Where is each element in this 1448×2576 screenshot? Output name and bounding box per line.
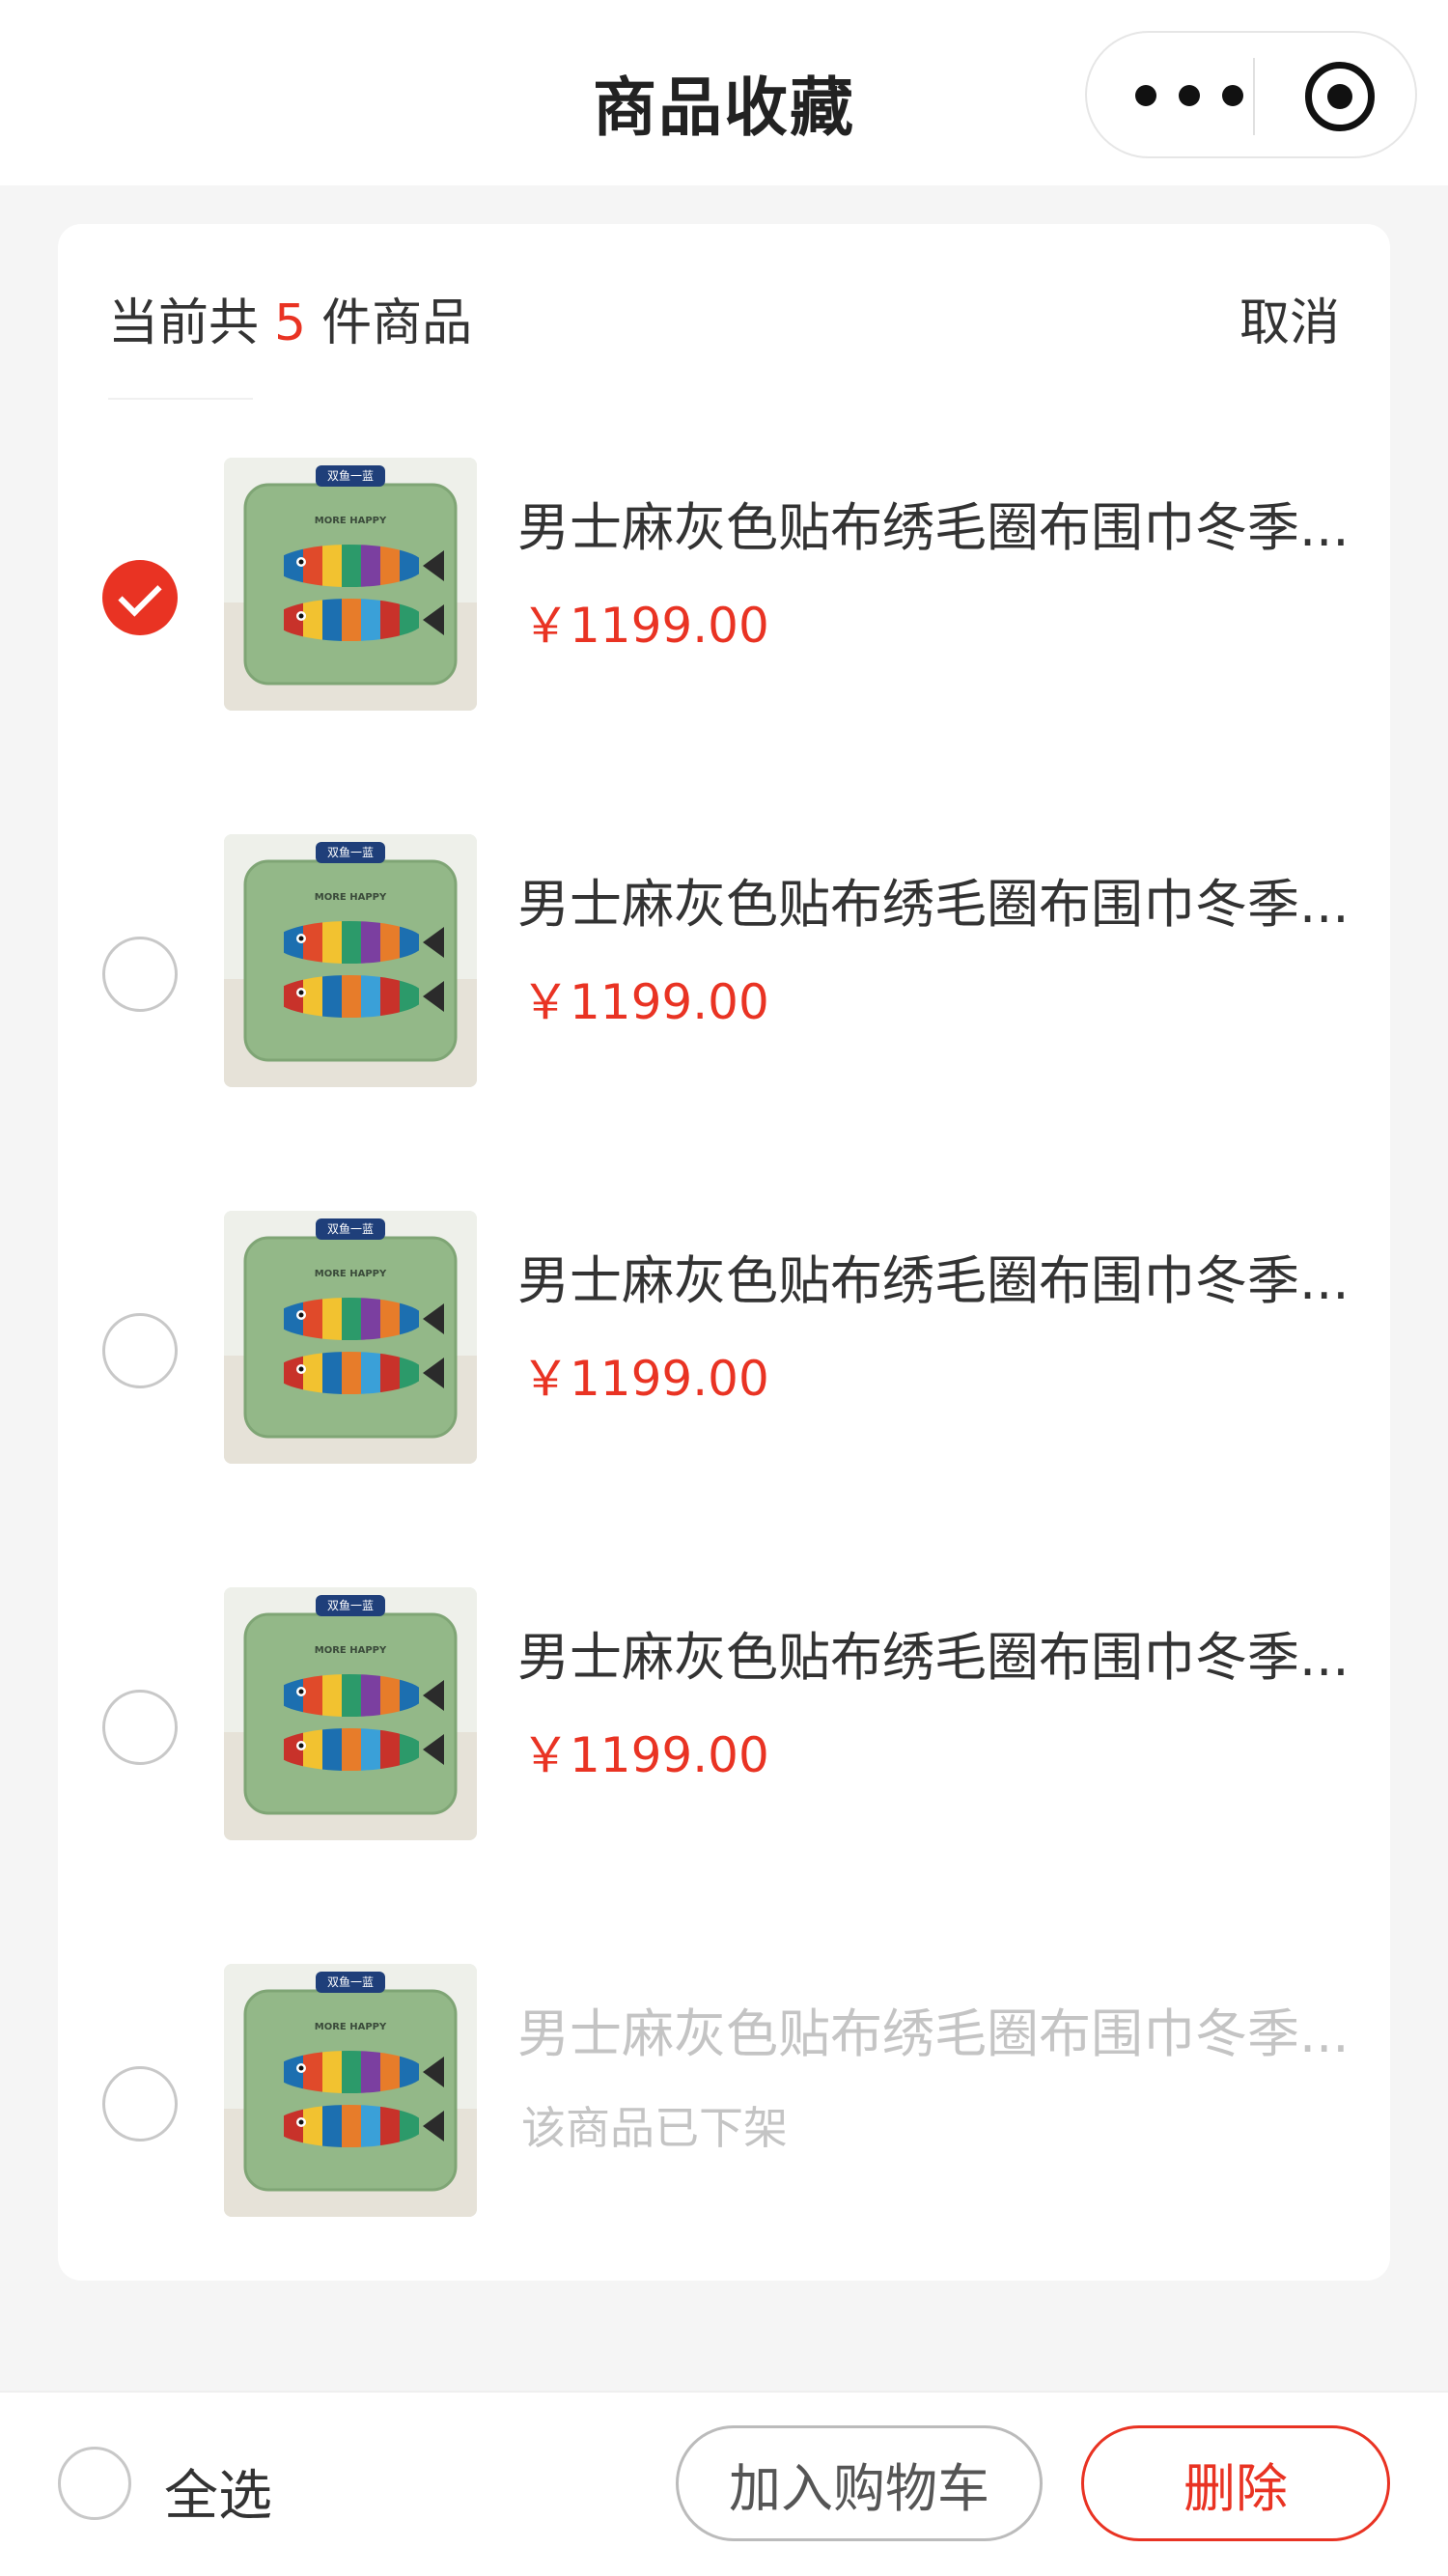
svg-text:双鱼一蓝: 双鱼一蓝 xyxy=(327,846,374,859)
product-thumbnail[interactable]: 双鱼一蓝 MORE HAPPY xyxy=(224,1587,477,1840)
item-delisted-status: 该商品已下架 xyxy=(521,2102,788,2154)
favorites-card: 当前共 5 件商品 取消 双鱼一蓝 MORE HAPPY 男士麻灰色贴布绣毛圈布围巾冬… xyxy=(58,224,1390,2281)
svg-text:双鱼一蓝: 双鱼一蓝 xyxy=(327,1975,374,1989)
item-title[interactable]: 男士麻灰色贴布绣毛圈布围巾冬季... xyxy=(517,485,1367,561)
delete-button[interactable]: 删除 xyxy=(1081,2425,1390,2541)
select-all-checkbox[interactable] xyxy=(58,2447,131,2520)
product-thumbnail[interactable]: 双鱼一蓝 MORE HAPPY xyxy=(224,834,477,1087)
item-checkbox[interactable] xyxy=(102,2066,178,2142)
item-price: ￥1199.00 xyxy=(521,1351,769,1407)
item-title[interactable]: 男士麻灰色贴布绣毛圈布围巾冬季... xyxy=(517,1238,1367,1314)
product-thumbnail[interactable]: 双鱼一蓝 MORE HAPPY xyxy=(224,458,477,711)
more-icon[interactable] xyxy=(1135,73,1243,118)
svg-text:MORE HAPPY: MORE HAPPY xyxy=(315,516,387,526)
item-checkbox[interactable] xyxy=(102,937,178,1012)
item-price: ￥1199.00 xyxy=(521,1727,769,1783)
favorite-item[interactable]: 双鱼一蓝 MORE HAPPY 男士麻灰色贴布绣毛圈布围巾冬季... ￥1199.… xyxy=(58,1190,1390,1566)
item-title[interactable]: 男士麻灰色贴布绣毛圈布围巾冬季... xyxy=(517,1614,1367,1691)
favorite-item[interactable]: 双鱼一蓝 MORE HAPPY 男士麻灰色贴布绣毛圈布围巾冬季... ￥1199.… xyxy=(58,436,1390,813)
item-checkbox[interactable] xyxy=(102,1313,178,1388)
svg-text:MORE HAPPY: MORE HAPPY xyxy=(315,1645,387,1656)
cancel-button[interactable]: 取消 xyxy=(1239,282,1340,354)
svg-text:双鱼一蓝: 双鱼一蓝 xyxy=(327,469,374,483)
item-price: ￥1199.00 xyxy=(521,598,769,654)
svg-text:双鱼一蓝: 双鱼一蓝 xyxy=(327,1222,374,1236)
add-to-cart-button[interactable]: 加入购物车 xyxy=(676,2425,1043,2541)
svg-text:MORE HAPPY: MORE HAPPY xyxy=(315,1269,387,1279)
capsule-divider xyxy=(1253,58,1255,135)
item-price: ￥1199.00 xyxy=(521,974,769,1030)
product-thumbnail[interactable]: 双鱼一蓝 MORE HAPPY xyxy=(224,1964,477,2217)
favorites-summary: 当前共 5 件商品 xyxy=(108,282,472,354)
favorite-item[interactable]: 双鱼一蓝 MORE HAPPY 男士麻灰色贴布绣毛圈布围巾冬季... ￥1199.… xyxy=(58,1566,1390,1943)
item-title[interactable]: 男士麻灰色贴布绣毛圈布围巾冬季... xyxy=(517,861,1367,938)
item-checkbox[interactable] xyxy=(102,1690,178,1765)
select-all-label[interactable]: 全选 xyxy=(164,2452,272,2531)
close-target-icon[interactable] xyxy=(1305,62,1375,131)
item-checkbox[interactable] xyxy=(102,560,178,635)
favorites-count: 5 xyxy=(274,294,307,352)
favorites-page: 商品收藏 当前共 5 件商品 取消 双鱼一蓝 MORE HAPPY 男士麻灰色贴布绣毛… xyxy=(0,0,1448,2576)
navigation-bar: 商品收藏 xyxy=(0,0,1448,185)
svg-text:双鱼一蓝: 双鱼一蓝 xyxy=(327,1599,374,1612)
header-divider xyxy=(108,398,253,400)
mini-program-capsule xyxy=(1085,31,1417,158)
svg-text:MORE HAPPY: MORE HAPPY xyxy=(315,892,387,903)
favorite-item-delisted[interactable]: 双鱼一蓝 MORE HAPPY 男士麻灰色贴布绣毛圈布围巾冬季... 该商品已下架 xyxy=(58,1943,1390,2319)
summary-suffix: 件商品 xyxy=(321,294,473,352)
item-title[interactable]: 男士麻灰色贴布绣毛圈布围巾冬季... xyxy=(517,1991,1367,2067)
svg-text:MORE HAPPY: MORE HAPPY xyxy=(315,2022,387,2032)
favorite-item[interactable]: 双鱼一蓝 MORE HAPPY 男士麻灰色贴布绣毛圈布围巾冬季... ￥1199.… xyxy=(58,813,1390,1190)
summary-prefix: 当前共 xyxy=(108,294,260,352)
product-thumbnail[interactable]: 双鱼一蓝 MORE HAPPY xyxy=(224,1211,477,1464)
bottom-action-bar: 全选 加入购物车 删除 xyxy=(0,2391,1448,2576)
